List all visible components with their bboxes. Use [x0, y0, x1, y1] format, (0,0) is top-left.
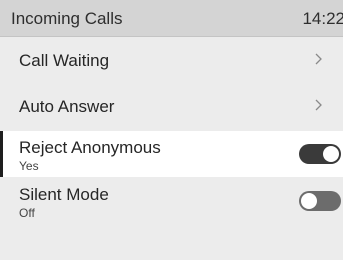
chevron-right-icon	[315, 99, 322, 111]
menu-item-call-waiting[interactable]: Call Waiting	[0, 37, 343, 83]
silent-mode-toggle[interactable]	[299, 191, 341, 211]
menu-item-value: Off	[19, 206, 35, 220]
clock: 14:22	[302, 9, 343, 28]
menu-item-reject-anonymous[interactable]: Reject Anonymous Yes	[0, 131, 343, 177]
selection-indicator	[0, 131, 3, 177]
menu-item-label: Reject Anonymous	[19, 138, 161, 157]
incoming-calls-screen: Incoming Calls 14:22 Call Waiting Auto A…	[0, 0, 343, 260]
title-bar: Incoming Calls 14:22	[0, 0, 343, 37]
menu-item-label: Auto Answer	[19, 97, 115, 116]
menu-item-auto-answer[interactable]: Auto Answer	[0, 83, 343, 129]
toggle-knob	[323, 146, 339, 162]
menu-item-label: Call Waiting	[19, 51, 110, 70]
reject-anonymous-toggle[interactable]	[299, 144, 341, 164]
chevron-right-icon	[315, 53, 322, 65]
menu-item-label: Silent Mode	[19, 185, 109, 204]
menu-item-value: Yes	[19, 159, 39, 173]
page-title: Incoming Calls	[11, 9, 123, 28]
menu-item-silent-mode[interactable]: Silent Mode Off	[0, 178, 343, 224]
toggle-knob	[301, 193, 317, 209]
